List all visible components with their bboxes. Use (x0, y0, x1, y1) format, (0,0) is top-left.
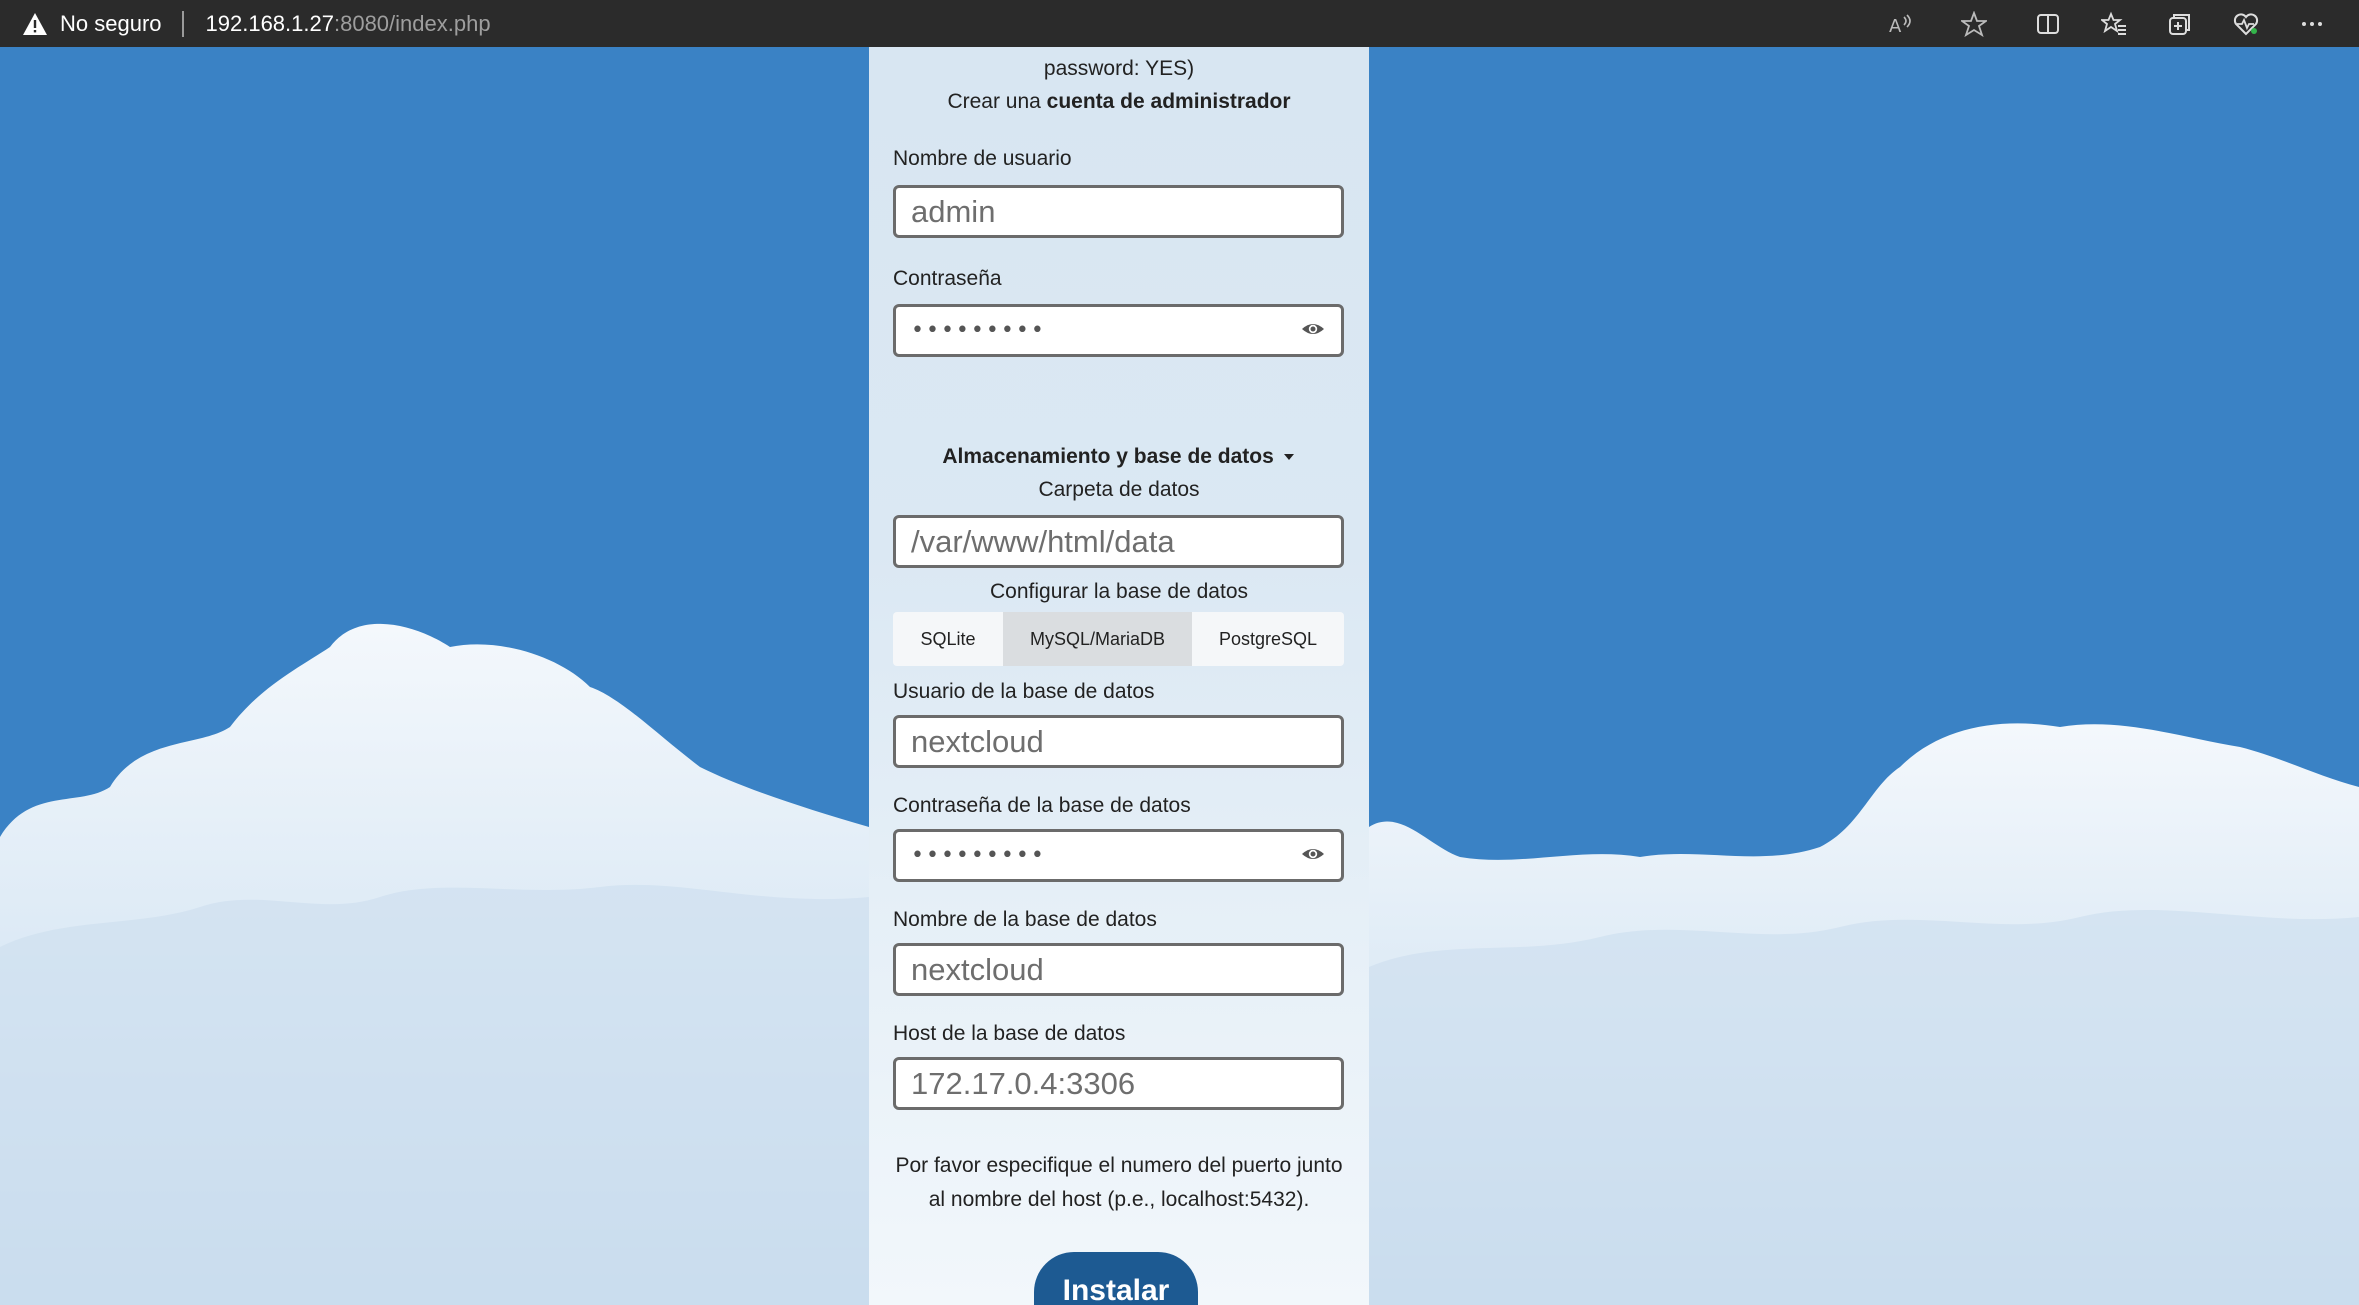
url-path[interactable]: :8080/index.php (334, 11, 491, 37)
password-mask: ••••••••• (911, 318, 1046, 343)
storage-database-toggle[interactable]: Almacenamiento y base de datos (869, 445, 1369, 469)
data-folder-field[interactable]: /var/www/html/data (893, 515, 1344, 568)
port-hint-line2: al nombre del host (p.e., localhost:5432… (928, 1188, 1310, 1211)
browser-essentials-icon[interactable] (2229, 7, 2263, 41)
partial-text: password: YES) (1043, 57, 1195, 80)
db-host-value: 172.17.0.4:3306 (911, 1065, 1136, 1101)
db-type-sqlite[interactable]: SQLite (893, 612, 1003, 666)
admin-heading-bold: cuenta de administrador (1046, 90, 1291, 113)
more-icon[interactable] (2295, 7, 2329, 41)
toolbar-icons: A (1883, 0, 2359, 47)
db-password-field[interactable]: ••••••••• (893, 829, 1344, 882)
address-separator (181, 10, 184, 37)
warning-icon[interactable] (22, 11, 48, 37)
browser-toolbar: No seguro 192.168.1.27:8080/index.php A (0, 0, 2359, 47)
show-password-eye-icon[interactable] (1301, 319, 1325, 339)
admin-heading: Crear una cuenta de administrador (869, 90, 1369, 114)
db-host-label: Host de la base de datos (893, 1022, 1126, 1045)
admin-heading-prefix: Crear una (947, 90, 1047, 113)
db-password-mask: ••••••••• (911, 843, 1046, 868)
port-hint-line1: Por favor especifique el numero del puer… (895, 1154, 1343, 1177)
db-user-value: nextcloud (911, 723, 1044, 759)
db-user-field[interactable]: nextcloud (893, 715, 1344, 768)
db-type-mysql-mariadb[interactable]: MySQL/MariaDB (1003, 612, 1192, 666)
db-host-field[interactable]: 172.17.0.4:3306 (893, 1057, 1344, 1110)
db-type-selector: SQLite MySQL/MariaDB PostgreSQL (893, 612, 1344, 666)
show-db-password-eye-icon[interactable] (1301, 844, 1325, 864)
username-value: admin (911, 193, 996, 229)
security-status[interactable]: No seguro (60, 11, 162, 37)
collections-icon[interactable] (2163, 7, 2197, 41)
setup-panel: password: YES) Crear una cuenta de admin… (869, 47, 1369, 1305)
password-label: Contraseña (893, 267, 1002, 290)
storage-database-label: Almacenamiento y base de datos (942, 445, 1274, 468)
db-name-field[interactable]: nextcloud (893, 943, 1344, 996)
db-user-label: Usuario de la base de datos (893, 680, 1155, 703)
split-screen-icon[interactable] (2031, 7, 2065, 41)
data-folder-value: /var/www/html/data (911, 523, 1175, 559)
username-label: Nombre de usuario (893, 147, 1072, 170)
db-name-label: Nombre de la base de datos (893, 908, 1157, 931)
db-type-postgresql[interactable]: PostgreSQL (1192, 612, 1344, 666)
password-field[interactable]: ••••••••• (893, 304, 1344, 357)
db-name-value: nextcloud (911, 951, 1044, 987)
caret-down-icon (1283, 454, 1294, 461)
favorite-star-icon[interactable] (1957, 7, 1991, 41)
db-password-label: Contraseña de la base de datos (893, 794, 1191, 817)
install-button[interactable]: Instalar (1034, 1252, 1198, 1305)
username-field[interactable]: admin (893, 185, 1344, 238)
data-folder-label: Carpeta de datos (1038, 478, 1200, 501)
configure-db-label: Configurar la base de datos (990, 580, 1248, 603)
url-host[interactable]: 192.168.1.27 (206, 11, 334, 37)
svg-text:A: A (1889, 16, 1902, 37)
read-aloud-icon[interactable]: A (1883, 7, 1917, 41)
favorites-icon[interactable] (2097, 7, 2131, 41)
